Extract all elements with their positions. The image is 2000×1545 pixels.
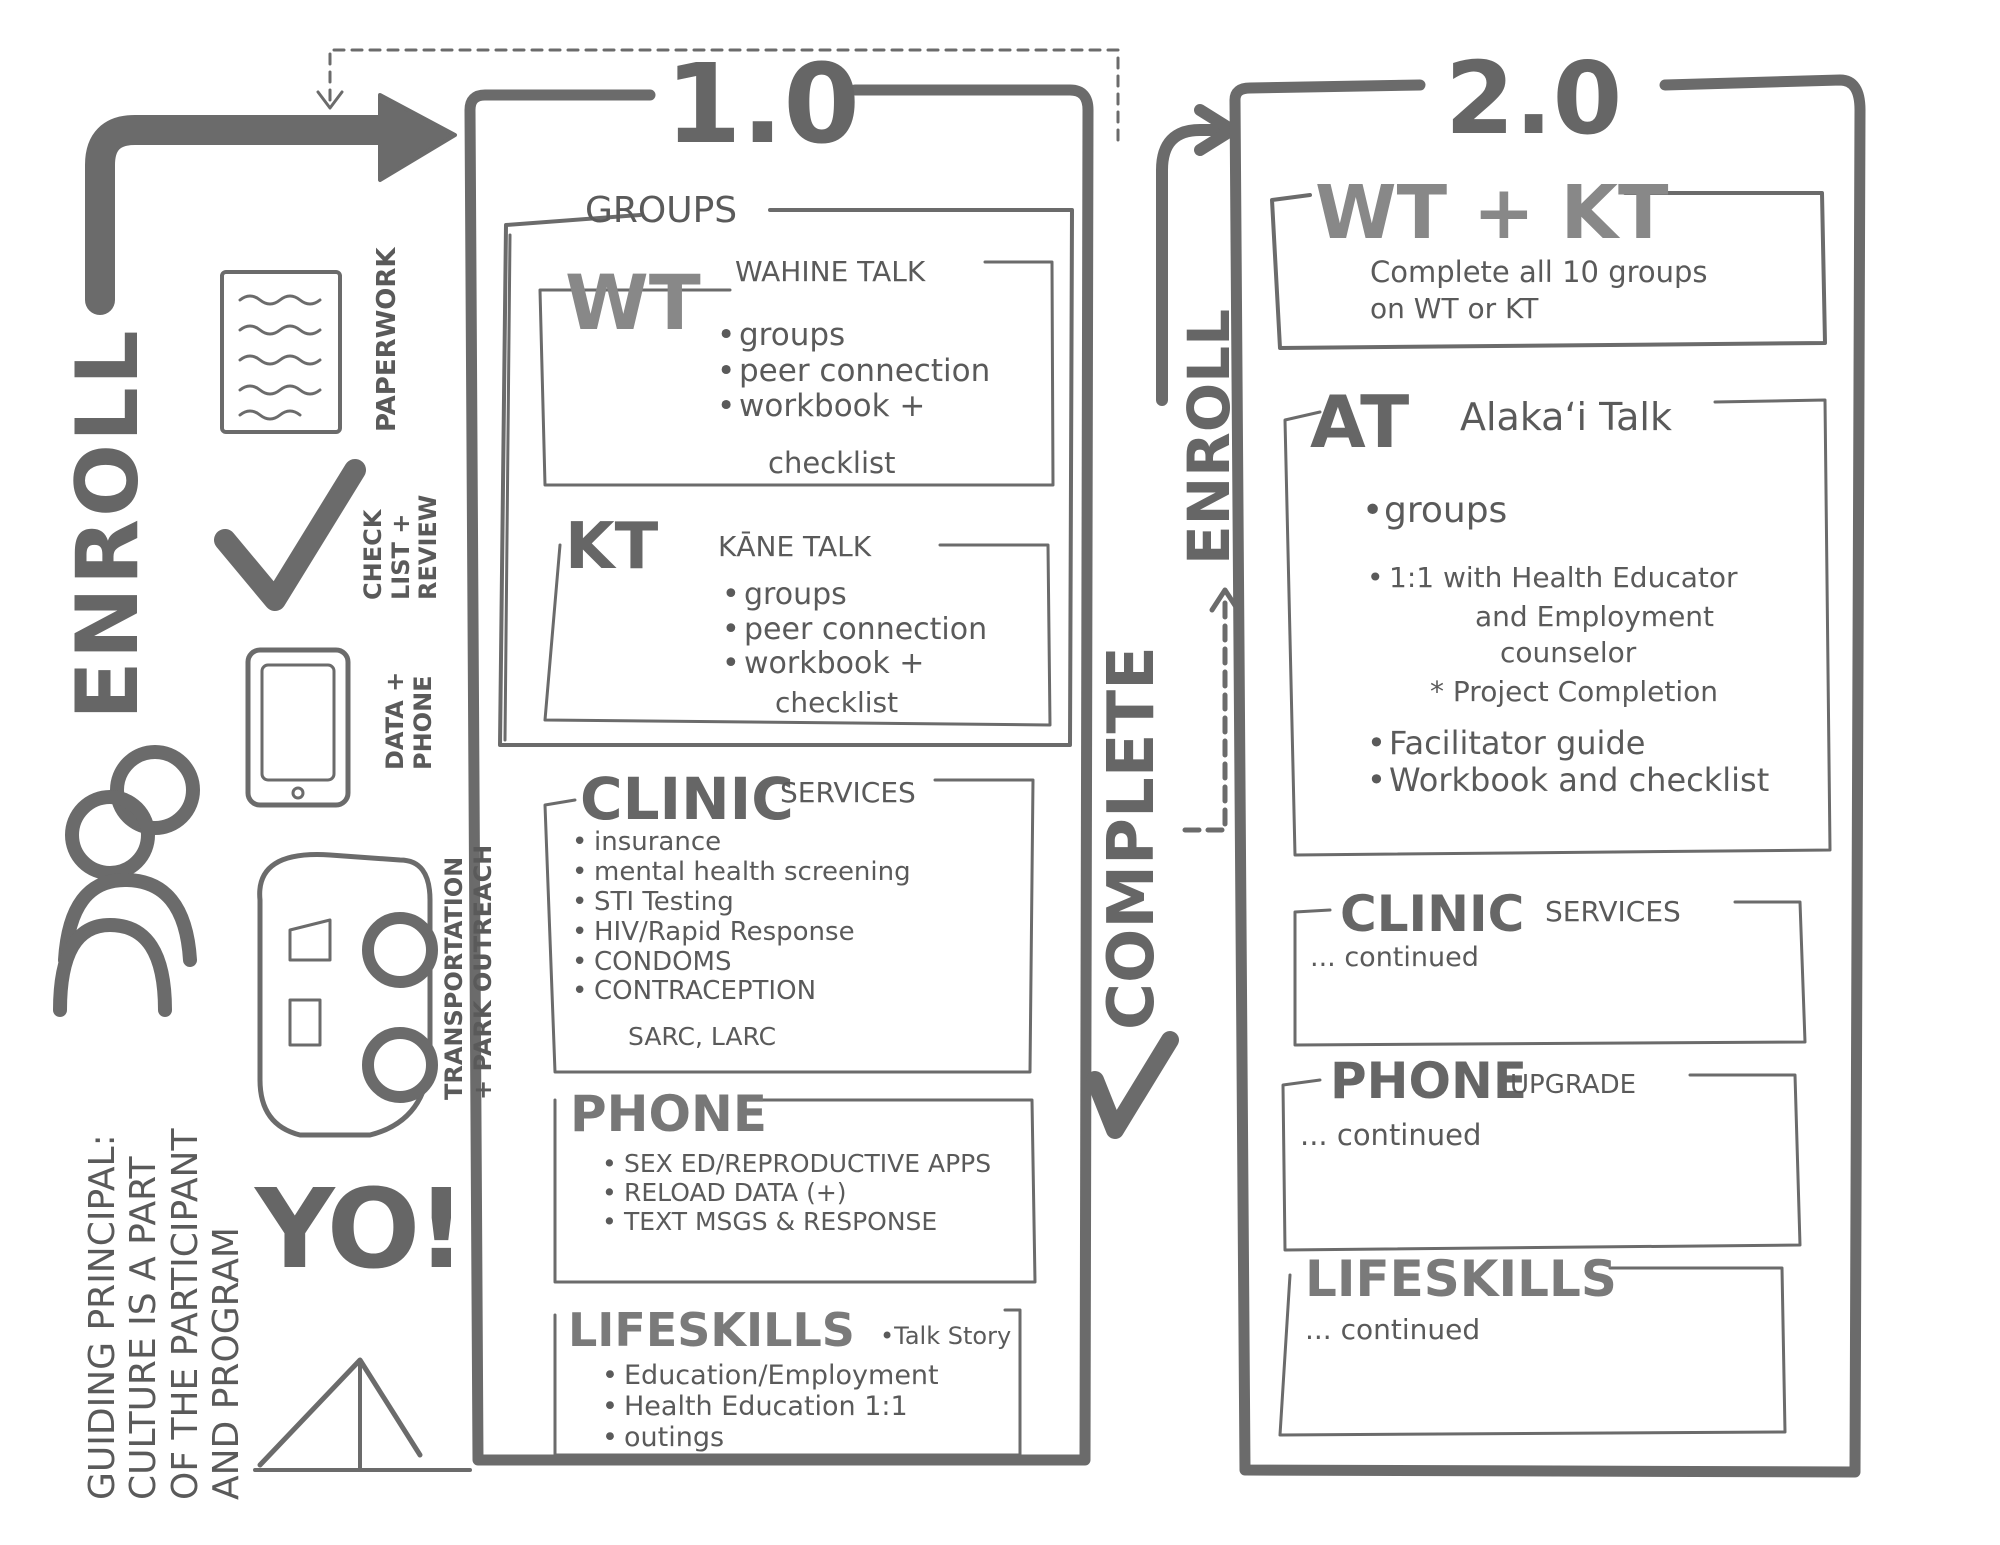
- list-item: Education/Employment: [600, 1360, 939, 1391]
- list-item: STI Testing: [570, 887, 911, 918]
- version-2-title: 2.0: [1445, 40, 1623, 157]
- clinic-title: CLINIC: [580, 765, 794, 833]
- list-item: groups: [720, 577, 987, 613]
- clinic2-title: CLINIC: [1340, 885, 1525, 943]
- guiding-line-2: CULTURE IS A PART: [123, 1156, 165, 1500]
- transport-line-2: + PARK OUTREACH: [468, 844, 497, 1100]
- at-item2-line3: counselor: [1500, 636, 1637, 669]
- list-item: HIV/Rapid Response: [570, 917, 911, 948]
- list-item: groups: [1360, 490, 1507, 532]
- list-item: TEXT MSGS & RESPONSE: [600, 1207, 991, 1237]
- list-item: CONDOMS: [570, 947, 911, 978]
- list-item: CONTRACEPTION: [570, 977, 911, 1008]
- list-item: RELOAD DATA (+): [600, 1178, 991, 1208]
- phone-title: PHONE: [570, 1085, 767, 1143]
- checklist-line-1: CHECK: [359, 509, 387, 600]
- transport-line-1: TRANSPORTATION: [440, 856, 468, 1100]
- lifeskills-title: LIFESKILLS: [568, 1303, 855, 1357]
- list-item: peer connection: [720, 612, 987, 648]
- list-item: workbook +: [720, 646, 987, 682]
- list-item: outings: [600, 1422, 939, 1453]
- list-item: mental health screening: [570, 857, 911, 888]
- phone2-subtitle: UPGRADE: [1510, 1070, 1637, 1100]
- lifeskills-note: •Talk Story: [880, 1322, 1012, 1350]
- wt-name: WAHINE TALK: [735, 255, 926, 288]
- at-list-2: 1:1 with Health Educator: [1365, 561, 1738, 594]
- list-item: workbook +: [715, 389, 990, 425]
- yo-label: YO!: [255, 1165, 466, 1293]
- clinic2-note: ... continued: [1310, 942, 1479, 973]
- kt-item-cont: checklist: [775, 686, 899, 719]
- list-item: 1:1 with Health Educator: [1365, 561, 1738, 594]
- list-item: Health Education 1:1: [600, 1391, 939, 1422]
- clinic-item-cont: SARC, LARC: [628, 1022, 777, 1051]
- checklist-label: CHECK LIST + REVIEW: [359, 494, 443, 600]
- lifeskills-list: Education/Employment Health Education 1:…: [600, 1360, 939, 1453]
- clinic-subtitle: SERVICES: [780, 776, 916, 809]
- clinic-list: insurance mental health screening STI Te…: [570, 827, 911, 1008]
- checklist-line-2: LIST +: [386, 513, 415, 600]
- clinic2-subtitle: SERVICES: [1545, 895, 1681, 928]
- data-phone-label: DATA + PHONE: [381, 671, 437, 770]
- wt-list: groups peer connection workbook +: [715, 317, 990, 425]
- enroll-label: ENROLL: [58, 328, 158, 720]
- wt-item-cont: checklist: [768, 446, 896, 480]
- list-item: groups: [715, 317, 990, 354]
- guiding-line-1: GUIDING PRINCIPAL:: [82, 1134, 123, 1500]
- at-item2-line4: * Project Completion: [1430, 675, 1718, 708]
- version-1-title: 1.0: [665, 40, 860, 168]
- groups-label: GROUPS: [585, 190, 738, 231]
- wt-abbr: WT: [565, 258, 701, 347]
- enroll-label-2: ENROLL: [1175, 308, 1243, 565]
- at-name: Alakaʻi Talk: [1460, 395, 1672, 439]
- phone2-note: ... continued: [1300, 1118, 1482, 1152]
- checklist-line-3: REVIEW: [414, 494, 443, 600]
- lifeskills2-title: LIFESKILLS: [1305, 1250, 1617, 1308]
- at-abbr: AT: [1310, 380, 1410, 464]
- data-line-2: PHONE: [408, 675, 437, 770]
- wtkt-line-1: Complete all 10 groups: [1370, 255, 1708, 289]
- list-item: SEX ED/REPRODUCTIVE APPS: [600, 1149, 991, 1179]
- guiding-line-4: AND PROGRAM: [206, 1227, 248, 1500]
- wtkt-line-2: on WT or KT: [1370, 292, 1539, 325]
- list-item: Workbook and checklist: [1365, 761, 1769, 799]
- at-list-3: Facilitator guide Workbook and checklist: [1365, 725, 1769, 799]
- kt-name: KĀNE TALK: [718, 530, 872, 563]
- kt-abbr: KT: [565, 510, 659, 584]
- list-item: peer connection: [715, 353, 990, 390]
- guiding-line-3: OF THE PARTICIPANT: [164, 1128, 206, 1500]
- paperwork-label: PAPERWORK: [372, 247, 402, 432]
- guiding-principle: GUIDING PRINCIPAL: CULTURE IS A PART OF …: [82, 1129, 248, 1500]
- at-item2-line2: and Employment: [1475, 600, 1715, 633]
- phone2-title: PHONE: [1330, 1052, 1527, 1110]
- data-line-1: DATA +: [381, 671, 409, 770]
- list-item: Facilitator guide: [1365, 725, 1769, 762]
- list-item: insurance: [570, 827, 911, 858]
- wtkt-title: WT + KT: [1315, 170, 1669, 256]
- kt-list: groups peer connection workbook +: [720, 577, 987, 682]
- at-list: groups: [1360, 490, 1507, 532]
- phone-list: SEX ED/REPRODUCTIVE APPS RELOAD DATA (+)…: [600, 1149, 991, 1237]
- complete-label: COMPLETE: [1095, 646, 1169, 1030]
- lifeskills2-note: ... continued: [1305, 1313, 1481, 1346]
- transportation-label: TRANSPORTATION + PARK OUTREACH: [440, 845, 498, 1100]
